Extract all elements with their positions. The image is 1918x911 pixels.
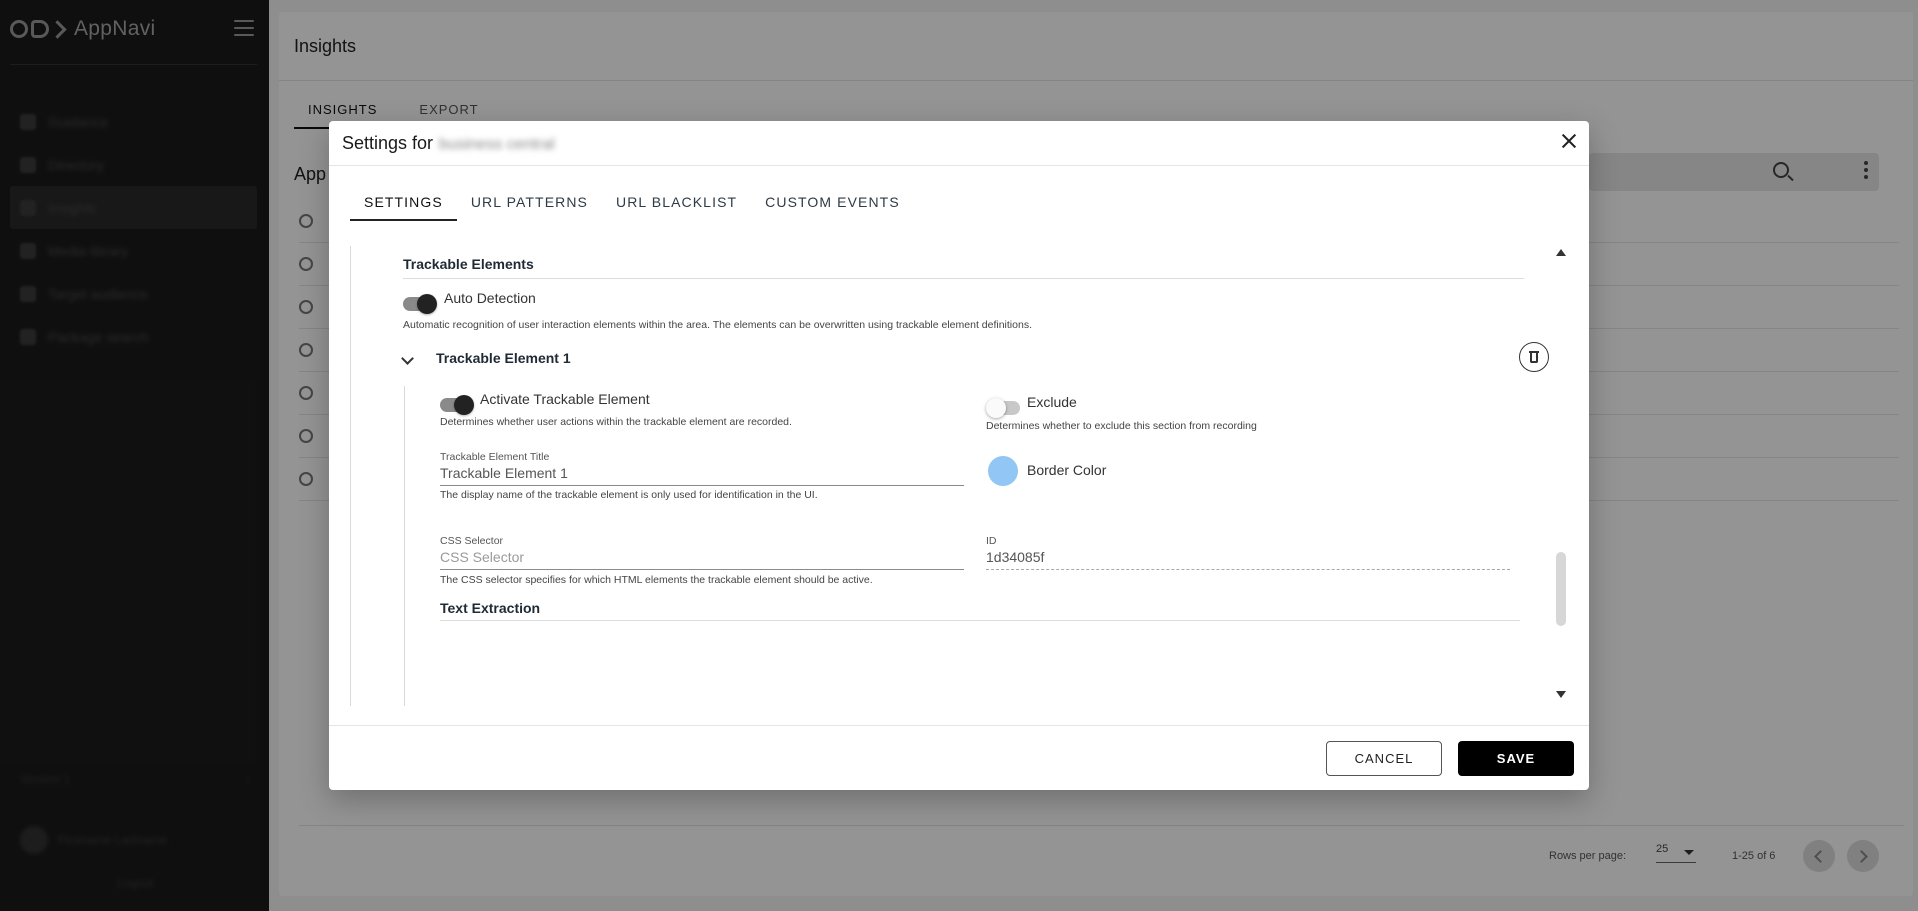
- section-border: [350, 246, 351, 706]
- exclude-label: Exclude: [1027, 394, 1077, 410]
- settings-scroll-area[interactable]: Trackable Elements Auto Detection Automa…: [350, 246, 1564, 706]
- divider: [329, 165, 1589, 166]
- divider: [440, 620, 1520, 621]
- scroll-down-icon[interactable]: [1556, 691, 1566, 698]
- delete-element-button[interactable]: [1519, 342, 1549, 372]
- divider: [329, 725, 1589, 726]
- dialog-title: Settings for business central: [342, 133, 555, 154]
- activate-element-description: Determines whether user actions within t…: [440, 416, 792, 428]
- exclude-description: Determines whether to exclude this secti…: [986, 420, 1257, 432]
- tab-url-blacklist[interactable]: URL BLACKLIST: [602, 188, 751, 221]
- exclude-toggle[interactable]: [986, 398, 1020, 418]
- tab-custom-events[interactable]: CUSTOM EVENTS: [751, 188, 914, 221]
- element-title-hint: The display name of the trackable elemen…: [440, 489, 818, 501]
- id-field-label: ID: [986, 535, 997, 547]
- border-color-label: Border Color: [1027, 462, 1107, 478]
- tab-url-patterns[interactable]: URL PATTERNS: [457, 188, 602, 221]
- activate-element-toggle[interactable]: [440, 395, 474, 415]
- auto-detection-description: Automatic recognition of user interactio…: [403, 319, 1032, 331]
- activate-element-label: Activate Trackable Element: [480, 391, 650, 407]
- field-underline: [440, 569, 964, 570]
- element-border: [404, 386, 405, 706]
- text-extraction-title: Text Extraction: [440, 600, 541, 616]
- element-title-field-label: Trackable Element Title: [440, 451, 550, 463]
- close-icon[interactable]: [1559, 131, 1579, 151]
- css-selector-field-label: CSS Selector: [440, 535, 504, 547]
- id-field: 1d34085f: [986, 549, 1045, 565]
- border-color-swatch[interactable]: [988, 456, 1018, 486]
- scrollbar[interactable]: [1554, 247, 1568, 707]
- dialog-title-prefix: Settings for: [342, 133, 434, 153]
- dialog-title-target: business central: [439, 136, 555, 153]
- tab-settings[interactable]: SETTINGS: [350, 188, 457, 221]
- save-button[interactable]: SAVE: [1458, 741, 1574, 776]
- chevron-down-icon[interactable]: [401, 352, 414, 365]
- auto-detection-label: Auto Detection: [444, 290, 536, 306]
- cancel-button[interactable]: CANCEL: [1326, 741, 1442, 776]
- settings-dialog: Settings for business central SETTINGS U…: [329, 121, 1589, 790]
- scroll-up-icon[interactable]: [1556, 249, 1566, 256]
- element-title-field[interactable]: Trackable Element 1: [440, 465, 960, 481]
- auto-detection-toggle[interactable]: [403, 294, 437, 314]
- dialog-tabs: SETTINGS URL PATTERNS URL BLACKLIST CUST…: [350, 188, 914, 221]
- section-title: Trackable Elements: [403, 256, 534, 272]
- field-underline: [986, 569, 1510, 570]
- css-selector-field[interactable]: CSS Selector: [440, 549, 960, 565]
- divider: [403, 278, 1524, 279]
- trackable-element-title: Trackable Element 1: [436, 350, 571, 366]
- field-underline: [440, 485, 964, 486]
- css-selector-hint: The CSS selector specifies for which HTM…: [440, 574, 873, 586]
- scrollbar-thumb[interactable]: [1556, 552, 1566, 626]
